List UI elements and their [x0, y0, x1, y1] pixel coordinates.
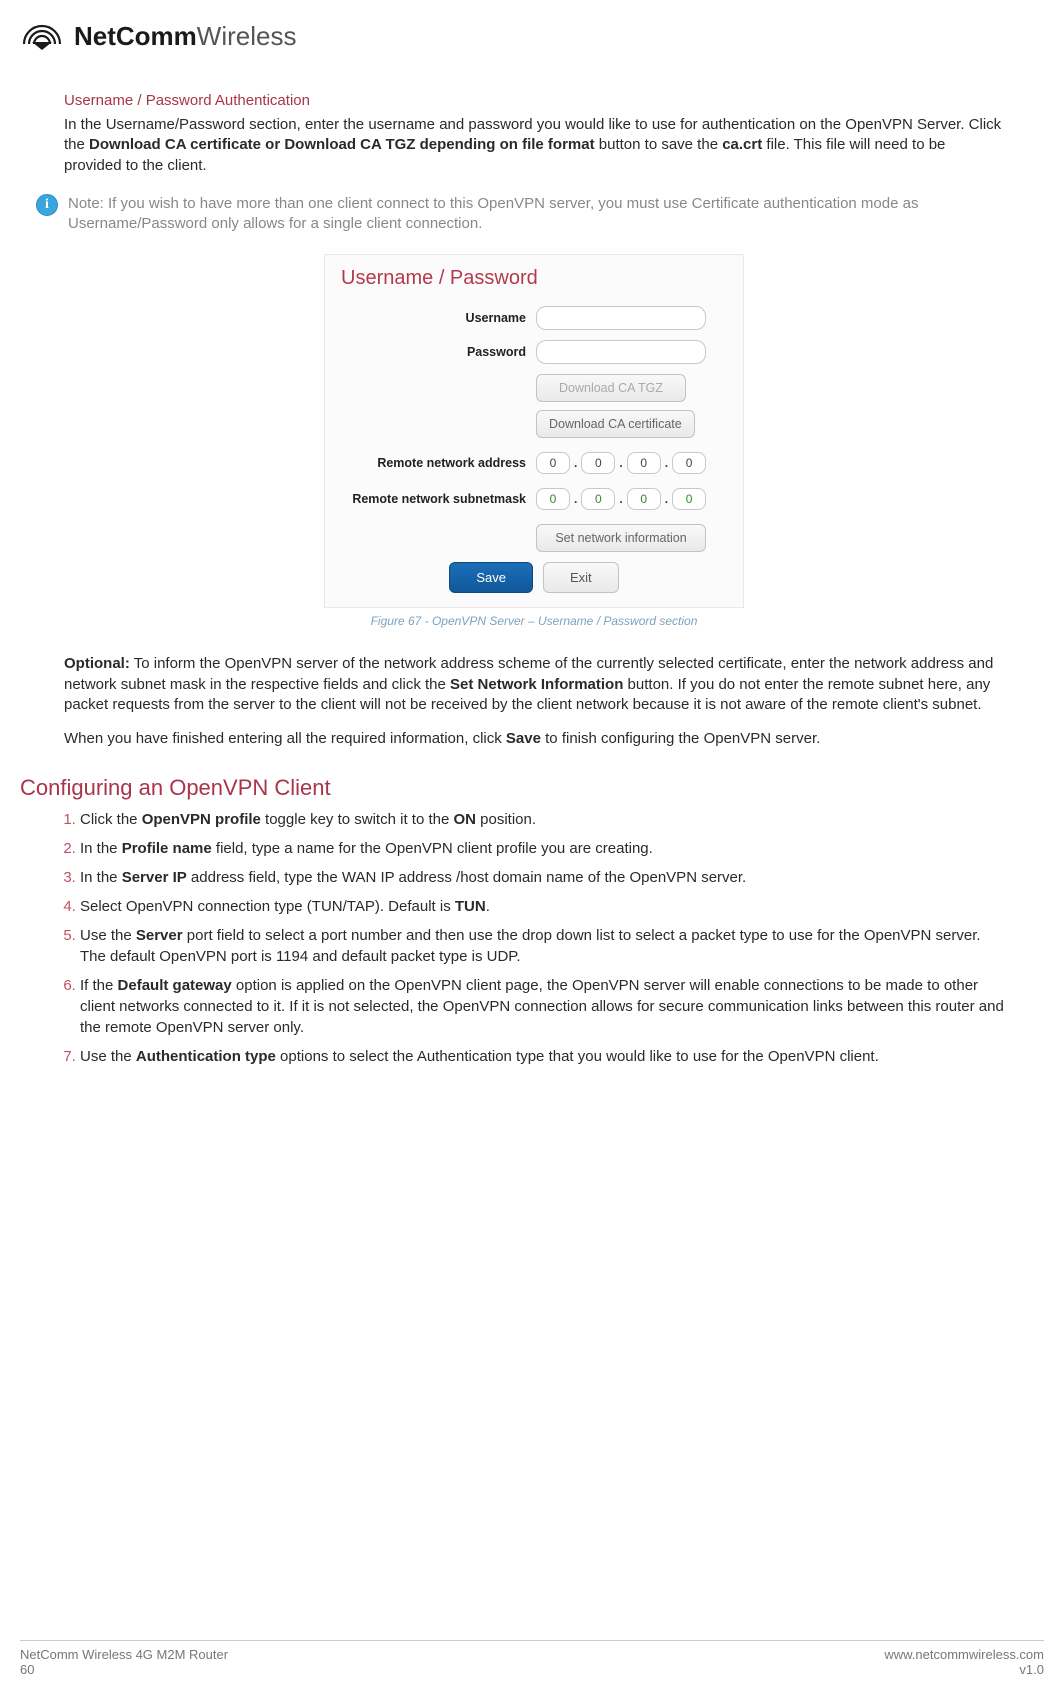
save-button[interactable]: Save — [449, 562, 533, 593]
note-text: Note: If you wish to have more than one … — [68, 194, 1004, 235]
note-callout: i Note: If you wish to have more than on… — [36, 194, 1004, 235]
screenshot-panel: Username / Password Username Password Do… — [324, 254, 744, 608]
panel-title: Username / Password — [341, 267, 727, 290]
footer-page: 60 — [20, 1662, 228, 1677]
password-label: Password — [341, 345, 526, 359]
exit-button[interactable]: Exit — [543, 562, 619, 593]
list-item: In the Server IP address field, type the… — [80, 867, 1004, 888]
para-optional: Optional: To inform the OpenVPN server o… — [64, 654, 1004, 715]
remote-addr-input[interactable]: 0. 0. 0. 0 — [536, 452, 706, 474]
username-input[interactable] — [536, 306, 706, 330]
para-finish: When you have finished entering all the … — [64, 729, 1004, 749]
brand-text: NetCommWireless — [74, 21, 296, 52]
logo-icon — [20, 20, 64, 52]
brand-logo: NetCommWireless — [20, 20, 1004, 52]
remote-mask-label: Remote network subnetmask — [341, 492, 526, 506]
footer-url: www.netcommwireless.com — [884, 1647, 1044, 1662]
figure-caption: Figure 67 - OpenVPN Server – Username / … — [371, 614, 698, 628]
download-ca-tgz-button[interactable]: Download CA TGZ — [536, 374, 686, 402]
heading-user-pass-auth: Username / Password Authentication — [64, 92, 1004, 109]
remote-mask-input[interactable]: 0. 0. 0. 0 — [536, 488, 706, 510]
set-network-button[interactable]: Set network information — [536, 524, 706, 552]
download-ca-cert-button[interactable]: Download CA certificate — [536, 410, 695, 438]
list-item: Use the Server port field to select a po… — [80, 925, 1004, 967]
list-item: In the Profile name field, type a name f… — [80, 838, 1004, 859]
list-item: Select OpenVPN connection type (TUN/TAP)… — [80, 896, 1004, 917]
para-intro: In the Username/Password section, enter … — [64, 115, 1004, 176]
remote-addr-label: Remote network address — [341, 456, 526, 470]
list-item: If the Default gateway option is applied… — [80, 975, 1004, 1038]
footer-version: v1.0 — [884, 1662, 1044, 1677]
steps-list: Click the OpenVPN profile toggle key to … — [60, 809, 1004, 1067]
info-icon: i — [36, 194, 58, 216]
username-label: Username — [341, 311, 526, 325]
list-item: Click the OpenVPN profile toggle key to … — [80, 809, 1004, 830]
heading-configure-client: Configuring an OpenVPN Client — [20, 775, 1004, 801]
page-footer: NetComm Wireless 4G M2M Router 60 www.ne… — [20, 1640, 1044, 1677]
password-input[interactable] — [536, 340, 706, 364]
footer-product: NetComm Wireless 4G M2M Router — [20, 1647, 228, 1662]
list-item: Use the Authentication type options to s… — [80, 1046, 1004, 1067]
